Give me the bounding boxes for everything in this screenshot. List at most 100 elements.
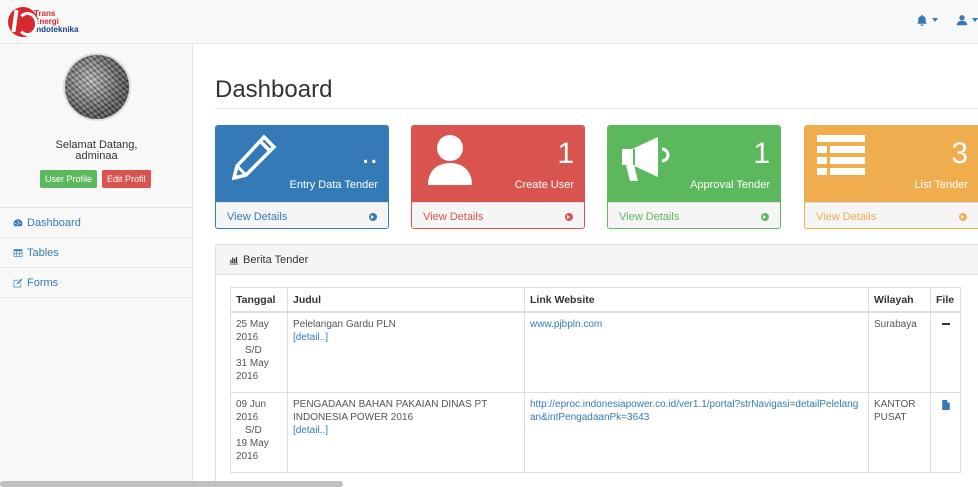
brand-logo-link[interactable]: Trans Energi Indoteknika	[8, 6, 78, 38]
link-cell: http://eproc.indonesiapower.co.id/ver1.1…	[524, 391, 869, 473]
view-details-link[interactable]: View Details	[805, 202, 978, 228]
file-cell	[930, 391, 961, 473]
arrow-circle-right-icon	[565, 212, 573, 221]
bullhorn-icon	[622, 137, 670, 181]
view-details-link[interactable]: View Details	[608, 202, 780, 228]
wilayah-cell: KANTOR PUSAT	[868, 391, 931, 473]
sidebar: Selamat Datang, adminaa User Profile Edi…	[0, 44, 193, 487]
panel-heading: .. Entry Data Tender	[216, 126, 388, 202]
column-header[interactable]: File	[930, 287, 961, 313]
view-details-label: View Details	[423, 210, 484, 223]
profile-buttons: User Profile Edit Profil	[40, 170, 151, 188]
table-icon	[13, 248, 23, 257]
date-to-year: 2016	[236, 450, 259, 462]
arrow-circle-right-icon	[761, 212, 769, 221]
caret-down-icon	[972, 18, 978, 22]
file-icon[interactable]	[941, 399, 950, 410]
company-logo-icon	[8, 7, 38, 37]
column-header[interactable]: Link Website	[524, 287, 869, 313]
user-icon	[956, 15, 968, 26]
panel-approval-tender: 1 Approval Tender View Details	[607, 125, 781, 229]
column-header[interactable]: Tanggal	[230, 287, 288, 313]
detail-link[interactable]: [detail..]	[293, 331, 519, 344]
title-divider	[215, 108, 978, 109]
date-to-year: 2016	[236, 371, 259, 382]
date-to-day: 31 May	[236, 358, 269, 369]
panel-label: Approval Tender	[690, 179, 770, 191]
sidebar-item-label: Forms	[27, 276, 59, 289]
detail-link[interactable]: [detail..]	[293, 424, 519, 437]
welcome-username: adminaa	[75, 150, 118, 162]
tender-title: PENGADAAN BAHAN PAKAIAN DINAS PT INDONES…	[293, 398, 488, 423]
navbar-right	[916, 14, 978, 26]
brand-text: Trans Energi Indoteknika	[34, 10, 78, 34]
panel-label: Entry Data Tender	[289, 179, 378, 191]
table-header-row: Tanggal Judul Link Website Wilayah File	[230, 287, 961, 313]
panel-heading: 1 Create User	[412, 126, 584, 202]
view-details-label: View Details	[816, 210, 877, 223]
panel-list-tender: 3 List Tender View Details	[804, 125, 978, 229]
panel-count: ..	[361, 137, 378, 170]
sidebar-item-label: Dashboard	[27, 216, 81, 229]
date-separator: S/D	[245, 345, 262, 356]
link-cell: www.pjbpln.com	[524, 311, 869, 393]
tender-title: Pelelangan Gardu PLN	[293, 319, 396, 330]
alerts-dropdown[interactable]	[916, 14, 938, 26]
panel-count: 1	[557, 137, 574, 170]
bar-chart-icon	[229, 256, 239, 264]
wilayah-cell: Surabaya	[868, 311, 931, 393]
avatar	[63, 53, 131, 121]
judul-cell: PENGADAAN BAHAN PAKAIAN DINAS PT INDONES…	[287, 391, 525, 473]
page-title: Dashboard	[215, 76, 333, 103]
date-cell: 25 May 2016 S/D 31 May 2016	[230, 311, 288, 393]
brand-line3: Indoteknika	[34, 25, 79, 34]
date-from-year: 2016	[236, 411, 259, 423]
column-header[interactable]: Wilayah	[868, 287, 931, 313]
date-from-day: 09 Jun	[236, 398, 267, 410]
minus-icon	[941, 323, 950, 325]
date-from-year: 2016	[236, 332, 259, 343]
sidebar-item-dashboard[interactable]: Dashboard	[0, 208, 192, 238]
arrow-circle-right-icon	[369, 212, 377, 221]
berita-tender-panel: Berita Tender Tanggal Judul Link Website…	[215, 244, 978, 487]
panel-create-user: 1 Create User View Details	[411, 125, 585, 229]
edit-icon	[13, 278, 23, 287]
panel-count: 1	[753, 137, 770, 170]
panel-title: Berita Tender	[243, 253, 309, 266]
date-separator: S/D	[245, 424, 262, 436]
top-navbar: Trans Energi Indoteknika	[0, 0, 978, 44]
judul-cell: Pelelangan Gardu PLN [detail..]	[287, 311, 525, 393]
table-row: 09 Jun 2016 S/D 19 May 2016 PENGADAAN BA…	[230, 391, 961, 473]
edit-profile-button[interactable]: Edit Profil	[102, 170, 151, 188]
table-row: 25 May 2016 S/D 31 May 2016 Pelelangan G…	[230, 311, 961, 393]
sidebar-item-forms[interactable]: Forms	[0, 268, 192, 298]
panel-entry-data-tender: .. Entry Data Tender View Details	[215, 125, 389, 229]
tender-table: Tanggal Judul Link Website Wilayah File …	[230, 287, 961, 473]
sidebar-nav: Dashboard Tables Forms	[0, 207, 192, 298]
bell-icon	[917, 14, 927, 26]
view-details-link[interactable]: View Details	[216, 202, 388, 228]
date-cell: 09 Jun 2016 S/D 19 May 2016	[230, 391, 288, 473]
column-header[interactable]: Judul	[287, 287, 525, 313]
panel-count: 3	[951, 137, 968, 170]
user-icon	[428, 135, 472, 185]
file-cell	[930, 311, 961, 393]
date-to-day: 19 May	[236, 437, 269, 449]
arrow-circle-right-icon	[959, 212, 967, 221]
panel-label: List Tender	[914, 179, 968, 191]
pencil-icon	[231, 134, 277, 181]
view-details-label: View Details	[227, 210, 288, 223]
caret-down-icon	[932, 18, 938, 22]
website-link[interactable]: www.pjbpln.com	[530, 319, 602, 330]
website-link[interactable]: http://eproc.indonesiapower.co.id/ver1.1…	[530, 399, 858, 423]
horizontal-scrollbar[interactable]	[0, 481, 343, 487]
view-details-label: View Details	[619, 210, 680, 223]
list-icon	[817, 135, 865, 175]
sidebar-item-label: Tables	[27, 246, 59, 259]
panel-heading: 1 Approval Tender	[608, 126, 780, 202]
user-profile-button[interactable]: User Profile	[40, 170, 98, 188]
panel-heading: Berita Tender	[216, 245, 978, 275]
user-dropdown[interactable]	[956, 14, 978, 26]
sidebar-item-tables[interactable]: Tables	[0, 238, 192, 268]
view-details-link[interactable]: View Details	[412, 202, 584, 228]
